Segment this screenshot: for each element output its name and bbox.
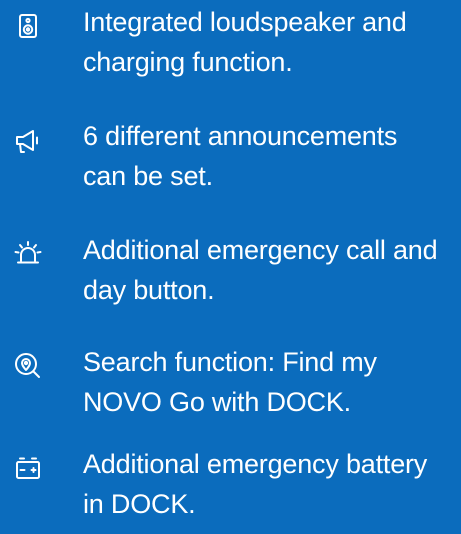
feature-text: 6 different announcements can be set.	[83, 116, 453, 196]
feature-text-line: Integrated loudspeaker and	[83, 7, 407, 37]
feature-text-line: in DOCK.	[83, 489, 196, 519]
feature-text: Integrated loudspeaker and charging func…	[83, 2, 453, 82]
feature-item-loudspeaker: Integrated loudspeaker and charging func…	[0, 2, 461, 92]
feature-text-line: Search function: Find my	[83, 347, 377, 377]
feature-text-line: Additional emergency battery	[83, 449, 428, 479]
battery-icon	[12, 452, 44, 484]
feature-text-line: charging function.	[83, 47, 293, 77]
feature-item-battery: Additional emergency battery in DOCK.	[0, 444, 461, 534]
feature-text-line: Additional emergency call and	[83, 235, 438, 265]
feature-text: Additional emergency battery in DOCK.	[83, 444, 453, 524]
speaker-icon	[12, 10, 44, 42]
feature-text-line: day button.	[83, 275, 215, 305]
feature-text-line: can be set.	[83, 161, 213, 191]
feature-item-announcements: 6 different announcements can be set.	[0, 116, 461, 206]
feature-text: Additional emergency call and day button…	[83, 230, 453, 310]
feature-item-emergency-call: Additional emergency call and day button…	[0, 230, 461, 320]
alarm-light-icon	[12, 238, 44, 270]
feature-text-line: 6 different announcements	[83, 121, 398, 151]
location-search-icon	[12, 350, 44, 382]
feature-text: Search function: Find my NOVO Go with DO…	[83, 342, 453, 422]
feature-text-line: NOVO Go with DOCK.	[83, 387, 351, 417]
feature-list: Integrated loudspeaker and charging func…	[0, 0, 461, 522]
feature-item-search: Search function: Find my NOVO Go with DO…	[0, 342, 461, 432]
megaphone-icon	[12, 124, 44, 156]
